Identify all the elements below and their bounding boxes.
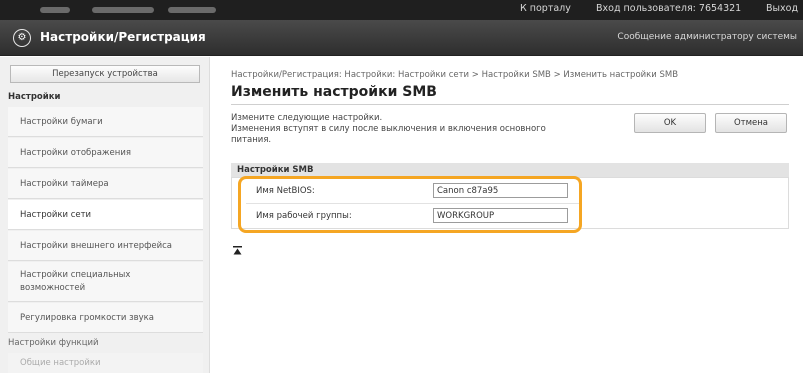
highlight-frame	[238, 176, 582, 233]
settings-logo-icon: ⚙	[13, 29, 31, 47]
sidebar-item-general[interactable]: Общие настройки	[8, 353, 203, 373]
breadcrumb: Настройки/Регистрация: Настройки: Настро…	[231, 70, 679, 80]
top-bar: К порталу Вход пользователя: 7654321 Вых…	[0, 0, 803, 20]
sidebar-item-external-interface[interactable]: Настройки внешнего интерфейса	[8, 231, 203, 261]
sidebar: Перезапуск устройства Настройки Настройк…	[0, 57, 210, 373]
sidebar-item-accessibility[interactable]: Настройки специальных возможностей	[8, 262, 203, 302]
login-user-text: Вход пользователя: 7654321	[596, 3, 742, 14]
blurred-text	[168, 7, 216, 13]
portal-link[interactable]: К порталу	[520, 3, 571, 14]
sidebar-item-display[interactable]: Настройки отображения	[8, 138, 203, 168]
sidebar-item-label: Настройки специальных возможностей	[20, 270, 131, 293]
cancel-button[interactable]: Отмена	[715, 113, 787, 133]
restart-device-button[interactable]: Перезапуск устройства	[10, 65, 200, 83]
sidebar-section-settings: Настройки	[8, 92, 61, 102]
divider	[231, 104, 789, 105]
scroll-to-top-icon[interactable]	[233, 246, 242, 258]
description-line: питания.	[231, 135, 272, 145]
app-header: ⚙ Настройки/Регистрация Сообщение админи…	[0, 20, 803, 56]
sidebar-item-paper[interactable]: Настройки бумаги	[8, 107, 203, 137]
sidebar-item-volume[interactable]: Регулировка громкости звука	[8, 303, 203, 333]
sidebar-item-network[interactable]: Настройки сети	[8, 200, 203, 230]
description-line: Измените следующие настройки.	[231, 113, 383, 123]
blurred-text	[40, 7, 70, 13]
admin-message-link[interactable]: Сообщение администратору системы	[617, 32, 797, 42]
smb-section-header: Настройки SMB	[231, 163, 789, 177]
page-title: Изменить настройки SMB	[231, 84, 437, 100]
blurred-text	[92, 7, 154, 13]
description-line: Изменения вступят в силу после выключени…	[231, 124, 546, 134]
logout-link[interactable]: Выход	[766, 3, 798, 14]
arrow-up-icon	[233, 246, 242, 255]
app-title: Настройки/Регистрация	[40, 30, 206, 44]
ok-button[interactable]: OK	[634, 113, 706, 133]
sidebar-section-functions[interactable]: Настройки функций	[0, 335, 210, 352]
sidebar-item-timer[interactable]: Настройки таймера	[8, 169, 203, 199]
